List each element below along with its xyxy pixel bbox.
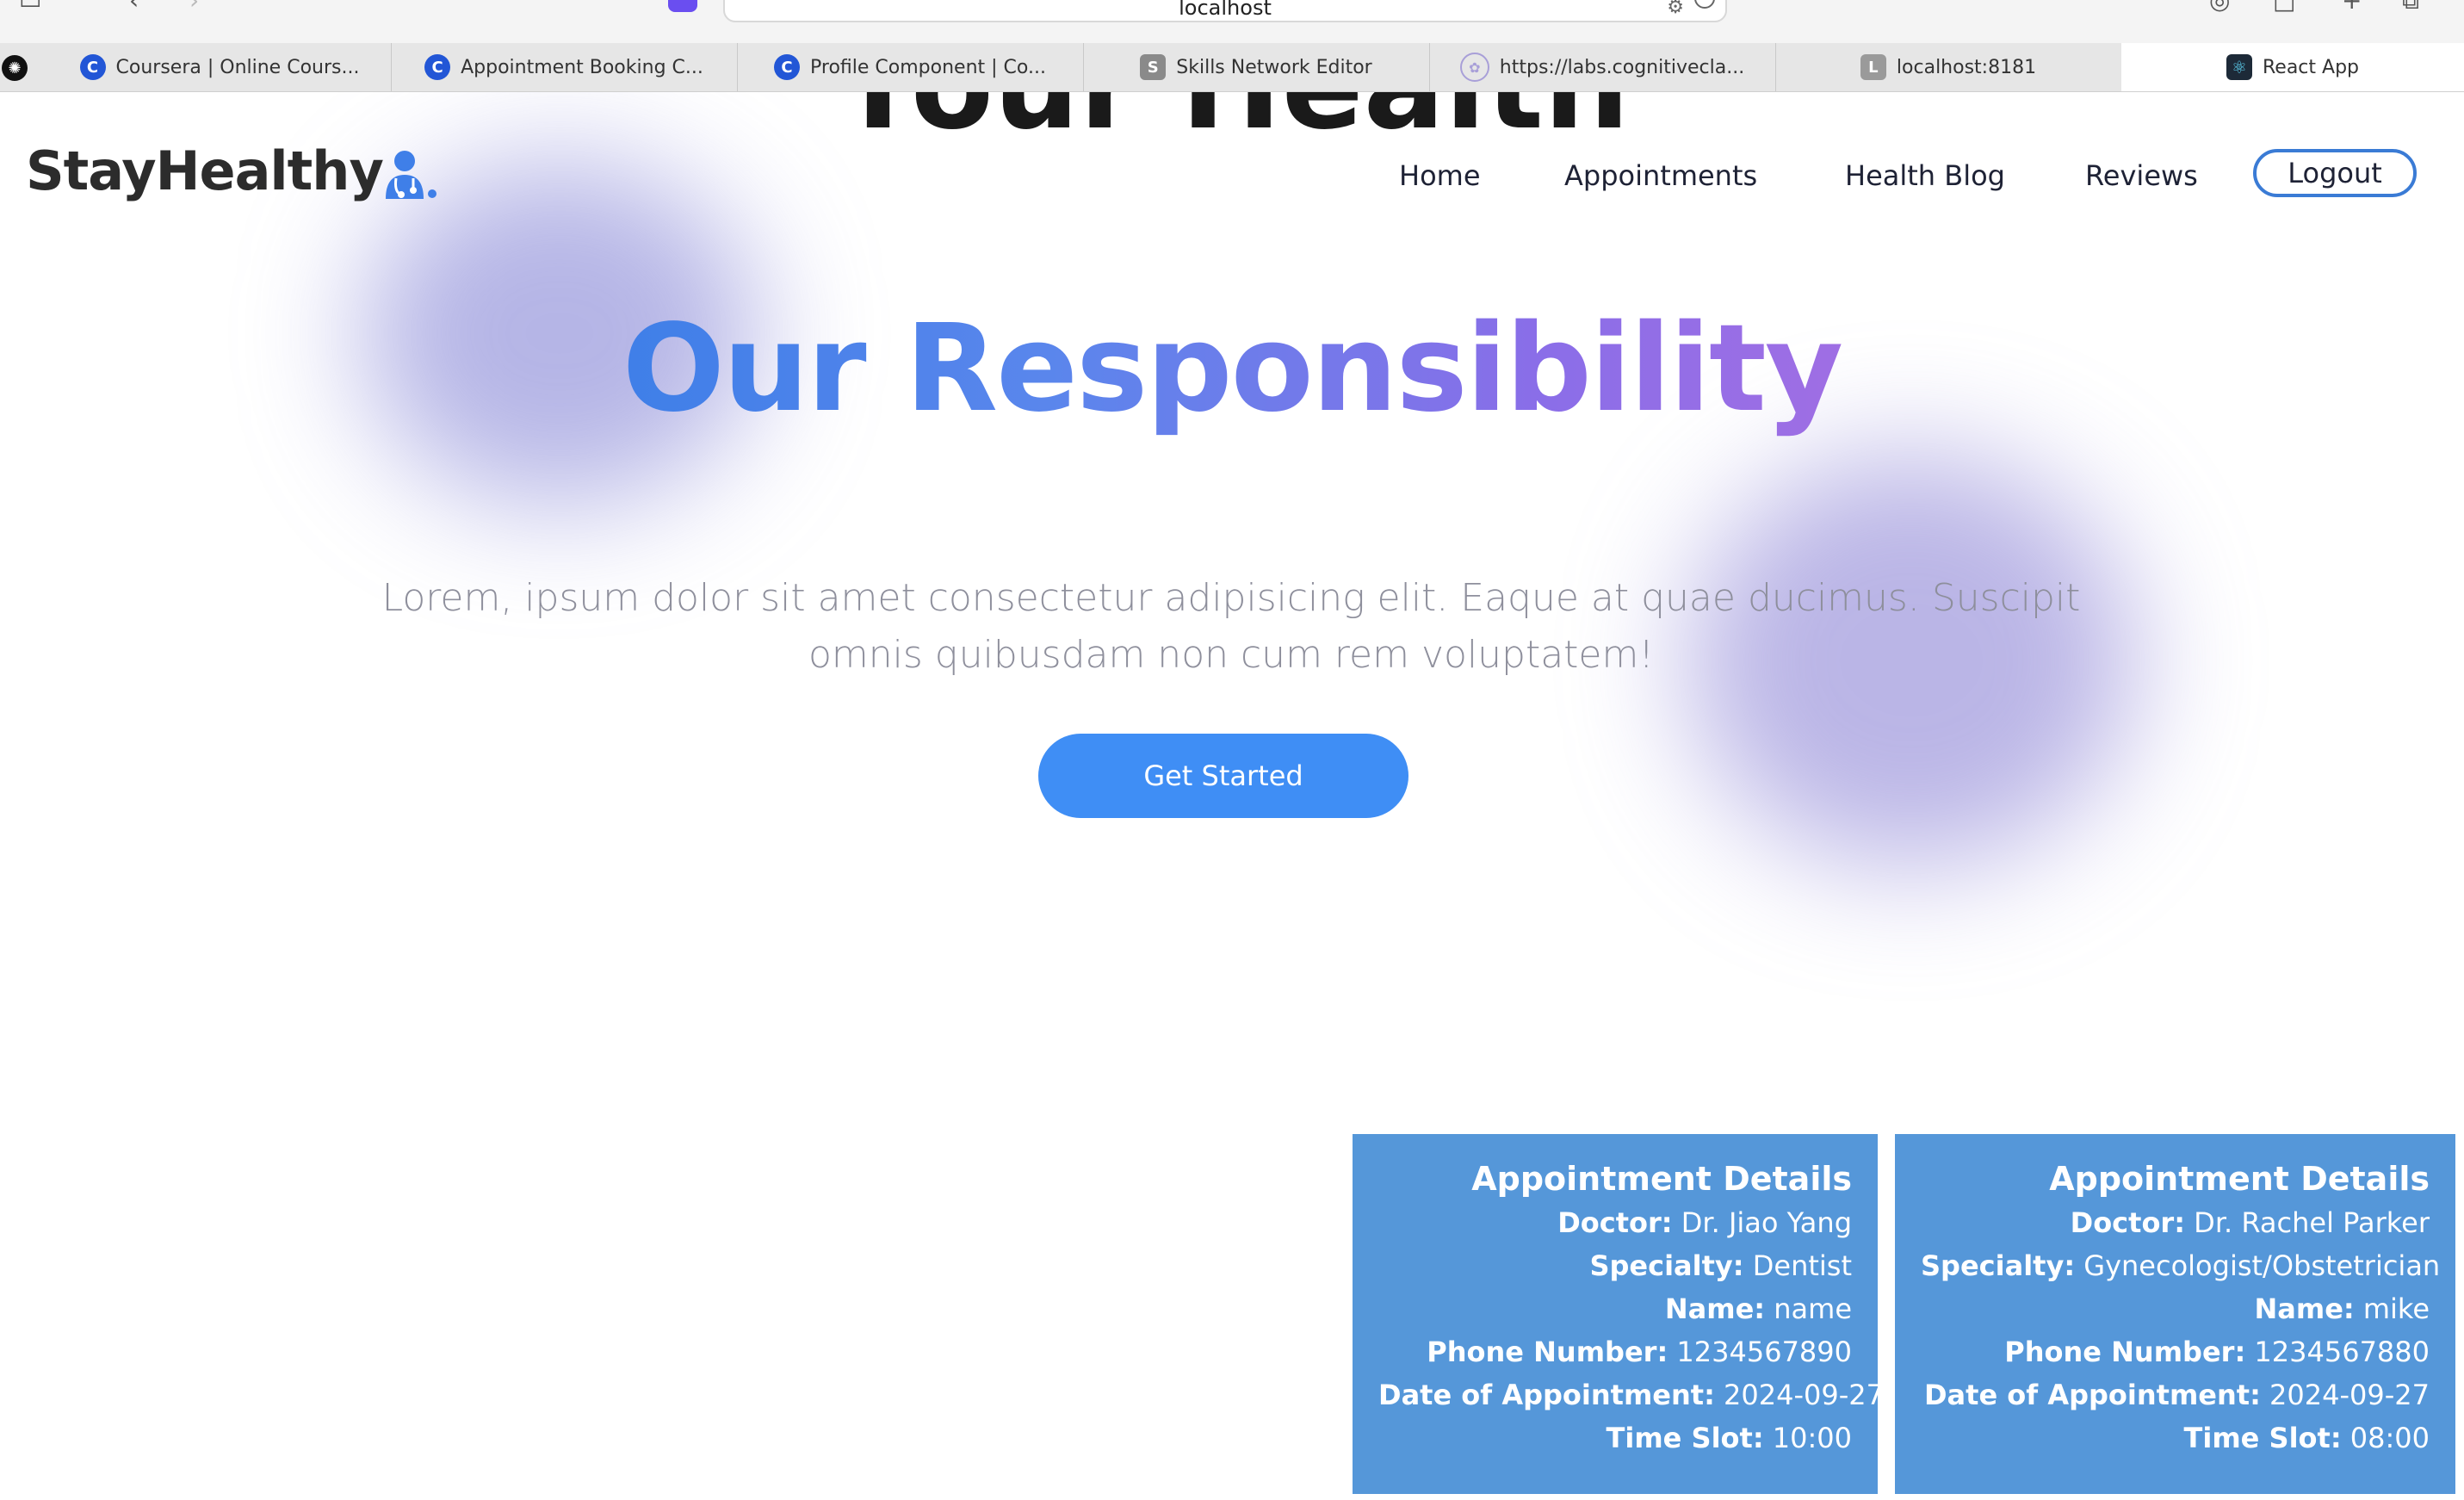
coursera-icon: C <box>79 54 106 80</box>
site-logo[interactable]: StayHealthy <box>26 139 384 202</box>
time-slot-value: 08:00 <box>2349 1422 2430 1454</box>
hero-title-text: Our Responsibility <box>622 299 1843 439</box>
specialty-value: Gynecologist/Obstetrician <box>2083 1249 2441 1282</box>
phone-label: Phone Number: <box>1427 1336 1668 1368</box>
hero-top-line: Your Health <box>0 92 2464 135</box>
doctor-row: Doctor: Dr. Jiao Yang <box>1378 1201 1852 1244</box>
appointment-card: Appointment Details Doctor: Dr. Rachel P… <box>1895 1134 2455 1494</box>
time-slot-row: Time Slot: 08:00 <box>1921 1416 2430 1460</box>
doctor-value: Dr. Rachel Parker <box>2194 1206 2430 1239</box>
doctor-row: Doctor: Dr. Rachel Parker <box>1921 1201 2430 1244</box>
name-row: Name: mike <box>1921 1287 2430 1330</box>
tab-localhost-8181[interactable]: L localhost:8181 <box>1775 43 2122 91</box>
name-value: mike <box>2362 1292 2430 1325</box>
tab-label: https://labs.cognitivecla... <box>1499 56 1745 78</box>
name-label: Name: <box>2254 1292 2355 1325</box>
time-slot-row: Time Slot: 10:00 <box>1378 1416 1852 1460</box>
address-text: localhost <box>1179 0 1272 20</box>
time-slot-label: Time Slot: <box>1606 1422 1764 1454</box>
back-icon[interactable]: ‹ <box>129 0 155 14</box>
name-value: name <box>1774 1292 1852 1325</box>
forward-icon[interactable]: › <box>189 0 215 14</box>
download-icon[interactable]: ◎ <box>2209 0 2235 14</box>
reload-icon[interactable] <box>1694 0 1715 9</box>
name-label: Name: <box>1664 1292 1766 1325</box>
specialty-row: Specialty: Dentist <box>1378 1244 1852 1287</box>
page-content: Your Health StayHealthy Home Appointment… <box>0 92 2464 1500</box>
address-bar[interactable]: localhost ⚙ <box>723 0 1727 22</box>
phone-row: Phone Number: 1234567880 <box>1921 1330 2430 1373</box>
get-started-button[interactable]: Get Started <box>1038 734 1408 818</box>
hero-title: Our Responsibility <box>0 299 2464 439</box>
share-icon[interactable]: □ <box>2273 0 2299 14</box>
tab-profile-component[interactable]: C Profile Component | Co... <box>737 43 1084 91</box>
pinned-tab-icon[interactable]: ✺ <box>2 55 28 81</box>
l-icon: L <box>1860 54 1886 80</box>
tab-coursera[interactable]: C Coursera | Online Cours... <box>48 43 392 91</box>
tab-labs[interactable]: ✿ https://labs.cognitivecla... <box>1429 43 1776 91</box>
date-value: 2024-09-27 <box>2269 1379 2430 1411</box>
appointment-card-title: Appointment Details <box>1471 1160 1852 1198</box>
tab-overview-icon[interactable]: ⧉ <box>2402 0 2428 14</box>
doctor-label: Doctor: <box>2070 1206 2185 1239</box>
tab-appointment-booking[interactable]: C Appointment Booking C... <box>391 43 738 91</box>
sidebar-toggle-icon[interactable]: ▭ <box>19 0 45 14</box>
tab-label: React App <box>2262 56 2359 78</box>
translate-icon[interactable]: ⚙ <box>1667 0 1684 29</box>
nav-health-blog[interactable]: Health Blog <box>1845 159 2005 192</box>
date-row: Date of Appointment: 2024-09-27 <box>1921 1373 2430 1416</box>
phone-label: Phone Number: <box>2004 1336 2246 1368</box>
logout-button[interactable]: Logout <box>2253 149 2417 197</box>
tab-bar: C Coursera | Online Cours... C Appointme… <box>0 43 2464 92</box>
time-slot-value: 10:00 <box>1772 1422 1852 1454</box>
coursera-icon: C <box>424 54 451 80</box>
react-icon: ⚛ <box>2226 54 2252 80</box>
tab-label: Skills Network Editor <box>1176 56 1372 78</box>
hero-subtitle: Lorem, ipsum dolor sit amet consectetur … <box>381 576 2081 677</box>
tab-label: localhost:8181 <box>1896 56 2037 78</box>
phone-row: Phone Number: 1234567890 <box>1378 1330 1852 1373</box>
specialty-row: Specialty: Gynecologist/Obstetrician <box>1921 1244 2440 1287</box>
nav-home[interactable]: Home <box>1399 159 1481 192</box>
labs-icon: ✿ <box>1459 53 1489 82</box>
name-row: Name: name <box>1378 1287 1852 1330</box>
coursera-icon: C <box>774 54 801 80</box>
date-value: 2024-09-27 <box>1724 1379 1885 1411</box>
time-slot-label: Time Slot: <box>2183 1422 2342 1454</box>
phone-value: 1234567890 <box>1676 1336 1852 1368</box>
specialty-label: Specialty: <box>1589 1249 1744 1282</box>
tab-label: Appointment Booking C... <box>461 56 703 78</box>
s-icon: S <box>1140 54 1167 80</box>
hero-top-text: Your Health <box>834 92 1629 135</box>
appointment-card-title: Appointment Details <box>2049 1160 2430 1198</box>
date-label: Date of Appointment: <box>1378 1379 1715 1411</box>
date-row: Date of Appointment: 2024-09-27 <box>1378 1373 1884 1416</box>
doctor-value: Dr. Jiao Yang <box>1681 1206 1852 1239</box>
doctor-label: Doctor: <box>1557 1206 1673 1239</box>
browser-toolbar: ▭ ‹ › localhost ⚙ ◎ □ + ⧉ <box>0 0 2464 44</box>
extension-icon[interactable] <box>668 0 697 12</box>
specialty-label: Specialty: <box>1921 1249 2076 1282</box>
nav-reviews[interactable]: Reviews <box>2085 159 2198 192</box>
new-tab-icon[interactable]: + <box>2342 0 2368 14</box>
nav-appointments[interactable]: Appointments <box>1564 159 1757 192</box>
specialty-value: Dentist <box>1752 1249 1852 1282</box>
tab-react-app[interactable]: ⚛ React App <box>2121 43 2464 91</box>
tab-skills-network[interactable]: S Skills Network Editor <box>1083 43 1430 91</box>
tab-label: Profile Component | Co... <box>810 56 1046 78</box>
tab-label: Coursera | Online Cours... <box>115 56 360 78</box>
phone-value: 1234567880 <box>2254 1336 2430 1368</box>
date-label: Date of Appointment: <box>1923 1379 2261 1411</box>
doctor-icon <box>386 151 436 199</box>
appointment-card: Appointment Details Doctor: Dr. Jiao Yan… <box>1353 1134 1884 1494</box>
